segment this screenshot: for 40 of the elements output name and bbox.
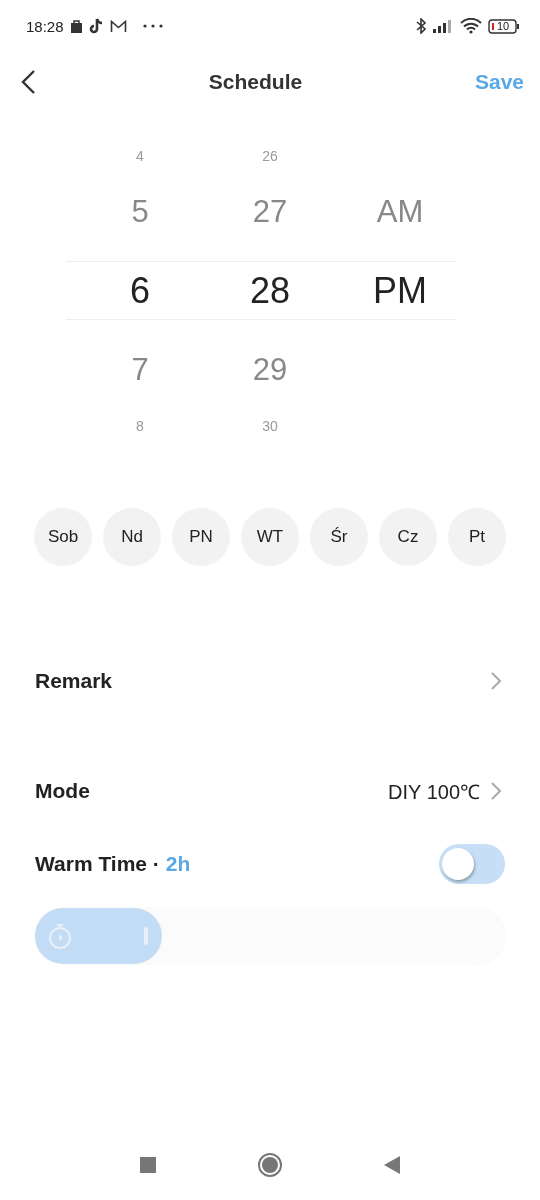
slider-fill[interactable] [35, 908, 162, 964]
shopping-bag-icon [69, 19, 83, 33]
day-toggle[interactable]: Pt [448, 508, 506, 566]
slider-handle-icon [143, 927, 148, 945]
setting-label: Mode [35, 779, 91, 803]
screen-title: Schedule [207, 70, 304, 94]
more-icon [142, 24, 163, 28]
picker-value[interactable]: 5 [131, 194, 149, 230]
bluetooth-icon [416, 18, 426, 34]
picker-value[interactable]: AM [376, 194, 424, 230]
battery-icon: 10 [488, 18, 520, 34]
back-nav-icon[interactable] [383, 1155, 401, 1175]
chevron-right-icon[interactable] [490, 671, 502, 691]
picker-value[interactable]: 27 [252, 194, 288, 230]
picker-value[interactable]: 28 [249, 270, 290, 312]
picker-value[interactable]: PM [373, 270, 427, 312]
signal-icon [432, 19, 454, 33]
day-toggle[interactable]: Sob [34, 508, 92, 566]
warm-time-label: Warm Time · 2h [35, 852, 192, 876]
chevron-right-icon[interactable] [490, 781, 502, 801]
back-icon[interactable] [20, 69, 36, 95]
warm-time-slider[interactable] [35, 908, 505, 964]
mail-icon [109, 19, 127, 33]
day-toggle[interactable]: Nd [103, 508, 161, 566]
picker-value[interactable]: 6 [130, 270, 150, 312]
setting-value: DIY 100℃ [388, 779, 480, 805]
recent-apps-icon[interactable] [139, 1156, 157, 1174]
home-icon[interactable] [257, 1152, 283, 1178]
picker-value[interactable]: 29 [252, 352, 288, 388]
music-note-icon [88, 18, 104, 34]
warm-time-switch[interactable] [439, 844, 505, 884]
day-toggle[interactable]: PN [172, 508, 230, 566]
setting-label: Remark [35, 669, 114, 693]
timer-icon [47, 922, 73, 950]
day-toggle[interactable]: Cz [379, 508, 437, 566]
clock-time: 18:28 [26, 17, 64, 35]
picker-value[interactable]: 7 [131, 352, 149, 388]
wifi-icon [460, 18, 482, 34]
day-toggle[interactable]: WT [241, 508, 299, 566]
day-toggle[interactable]: Śr [310, 508, 368, 566]
